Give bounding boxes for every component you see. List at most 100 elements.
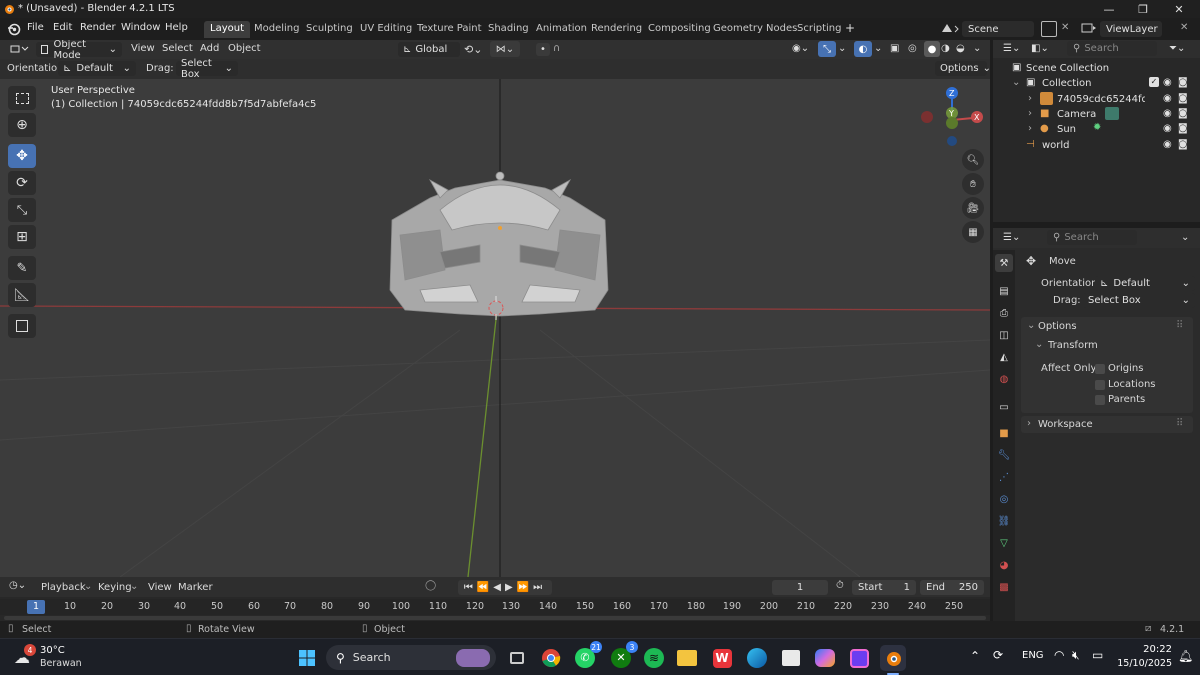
select-box-tool[interactable]: [8, 86, 36, 110]
render-tab[interactable]: ▤: [995, 282, 1013, 300]
chevron-right-icon[interactable]: ›: [1028, 108, 1032, 119]
tab-sculpting[interactable]: Sculpting: [300, 21, 359, 38]
eye-icon[interactable]: ◉: [1163, 77, 1172, 88]
blender-menu-icon[interactable]: [7, 22, 21, 36]
parents-checkbox[interactable]: [1095, 395, 1105, 405]
delete-view-layer-icon[interactable]: ✕: [1180, 22, 1188, 33]
stopwatch-icon[interactable]: ⏱: [836, 580, 844, 591]
file-explorer-app[interactable]: [674, 645, 700, 671]
overlay-dropdown-icon[interactable]: ⌄: [874, 43, 882, 54]
viewport-canvas[interactable]: [0, 40, 990, 577]
taskbar-search[interactable]: ⚲ Search: [326, 645, 496, 670]
chevron-down-icon[interactable]: ⌄: [1181, 232, 1189, 243]
menu-file[interactable]: File: [27, 22, 44, 33]
menu-help[interactable]: Help: [165, 22, 188, 33]
clock-time[interactable]: 20:22: [1124, 644, 1172, 655]
annotate-tool[interactable]: ✎: [8, 256, 36, 280]
data-tab[interactable]: ▽: [995, 534, 1013, 552]
navigation-gizmo[interactable]: Z X Y: [915, 86, 987, 146]
photo-app[interactable]: [846, 645, 872, 671]
menu-render[interactable]: Render: [80, 22, 116, 33]
eye-icon[interactable]: ◉: [1163, 123, 1172, 134]
locations-checkbox[interactable]: [1095, 380, 1105, 390]
snap-icon[interactable]: ⋈⌄: [490, 41, 520, 57]
edge-app[interactable]: [744, 645, 770, 671]
move-tool[interactable]: ✥: [8, 144, 36, 168]
menu-view[interactable]: View: [148, 582, 172, 593]
chevron-right-icon[interactable]: ›: [1027, 418, 1031, 429]
xbox-app[interactable]: ✕ 3: [608, 641, 638, 671]
tab-rendering[interactable]: Rendering: [585, 21, 648, 38]
modifier-tab[interactable]: 🔧︎: [995, 446, 1013, 464]
menu-edit[interactable]: Edit: [53, 22, 72, 33]
properties-editor-icon[interactable]: ☰⌄: [1003, 232, 1020, 243]
pivot-point-icon[interactable]: ⟲⌄: [464, 43, 482, 56]
overlay-toggle-icon[interactable]: ◐: [854, 41, 872, 57]
rotate-tool[interactable]: ⟳: [8, 171, 36, 195]
tab-shading[interactable]: Shading: [482, 21, 535, 38]
outliner-item-camera[interactable]: › ■ Camera ◉ ◙: [993, 107, 1200, 122]
outliner-scene-collection[interactable]: ▣ Scene Collection: [993, 61, 1200, 76]
solid-shading-icon[interactable]: ●: [924, 41, 940, 57]
menu-keying[interactable]: Keying: [98, 582, 132, 593]
eye-icon[interactable]: ◉: [1163, 139, 1172, 150]
scale-tool[interactable]: ⤡: [8, 198, 36, 222]
tab-layout[interactable]: Layout: [204, 21, 250, 38]
notification-bell-icon[interactable]: 🔔︎: [1178, 649, 1193, 663]
task-view-button[interactable]: [504, 645, 530, 671]
view-layer-tab[interactable]: ◫: [995, 326, 1013, 344]
timeline-scrollbar[interactable]: [4, 616, 986, 620]
close-button[interactable]: ✕: [1162, 0, 1196, 18]
tab-texture-paint[interactable]: Texture Paint: [411, 21, 488, 38]
transform-subpanel-title[interactable]: Transform: [1048, 340, 1098, 351]
drag-handle-icon[interactable]: ⠿: [1176, 418, 1183, 429]
chevron-up-icon[interactable]: ⌃: [970, 649, 980, 663]
battery-icon[interactable]: ▭: [1092, 648, 1103, 662]
menu-marker[interactable]: Marker: [178, 582, 213, 593]
exclude-checkbox[interactable]: ✓: [1149, 77, 1159, 87]
playback-controls[interactable]: ⏮⏪◀▶⏩⏭: [458, 580, 552, 595]
constraints-tab[interactable]: ⛓︎: [995, 512, 1013, 530]
transform-tool[interactable]: ⊞: [8, 225, 36, 249]
collection-tab[interactable]: ▭: [995, 398, 1013, 416]
current-frame-field[interactable]: 1: [772, 580, 828, 595]
minimize-button[interactable]: —: [1092, 0, 1126, 18]
xray-icon[interactable]: ▣: [890, 43, 899, 54]
menu-view[interactable]: View: [131, 43, 155, 54]
start-button[interactable]: [294, 645, 320, 671]
wireframe-shading-icon[interactable]: ◎: [908, 43, 917, 54]
tool-orientation-dropdown[interactable]: ⊾ Default ⌄: [58, 61, 136, 76]
drag-dropdown[interactable]: Select Box ⌄: [1083, 293, 1195, 308]
workspace-panel-title[interactable]: Workspace: [1038, 419, 1093, 430]
texture-tab[interactable]: ▩: [995, 578, 1013, 596]
display-mode-icon[interactable]: ◧⌄: [1031, 43, 1049, 54]
sync-icon[interactable]: ⟳: [993, 648, 1003, 662]
chevron-right-icon[interactable]: ›: [1028, 93, 1032, 104]
tab-modeling[interactable]: Modeling: [248, 21, 306, 38]
editor-type-icon[interactable]: [8, 42, 30, 56]
weather-temperature[interactable]: 30°C: [40, 645, 65, 656]
view-layer-icon[interactable]: [1080, 21, 1098, 35]
material-tab[interactable]: ◕: [995, 556, 1013, 574]
tool-tab[interactable]: ⚒: [995, 254, 1013, 272]
view-layer-selector[interactable]: ViewLayer: [1100, 21, 1162, 37]
volume-muted-icon[interactable]: 🔇︎: [1072, 648, 1080, 663]
outliner-search[interactable]: ⚲ Search: [1067, 41, 1157, 56]
output-tab[interactable]: ⎙: [995, 304, 1013, 322]
properties-search[interactable]: ⚲ Search: [1047, 230, 1137, 245]
gizmo-dropdown-icon[interactable]: ⌄: [838, 43, 846, 54]
add-cube-tool[interactable]: [8, 314, 36, 338]
visibility-icon[interactable]: ◉⌄: [792, 43, 809, 54]
outliner-item-mesh[interactable]: › 74059cdc65244fdd8 ◉ ◙: [993, 92, 1200, 107]
outliner-item-world[interactable]: ⊣ world ◉ ◙: [993, 138, 1200, 153]
chevron-down-icon[interactable]: ⌄: [1027, 320, 1035, 331]
cursor-tool[interactable]: ⊕: [8, 113, 36, 137]
spotify-app[interactable]: ≋: [641, 645, 667, 671]
particles-tab[interactable]: ⋰: [995, 468, 1013, 486]
shading-dropdown-icon[interactable]: ⌄: [973, 43, 981, 54]
mode-selector[interactable]: Object Mode ⌄: [36, 40, 122, 61]
menu-add[interactable]: Add: [200, 43, 219, 54]
outliner-item-sun[interactable]: › ● Sun ✹ ◉ ◙: [993, 122, 1200, 137]
store-app[interactable]: [778, 645, 804, 671]
new-scene-icon[interactable]: [1041, 21, 1057, 37]
